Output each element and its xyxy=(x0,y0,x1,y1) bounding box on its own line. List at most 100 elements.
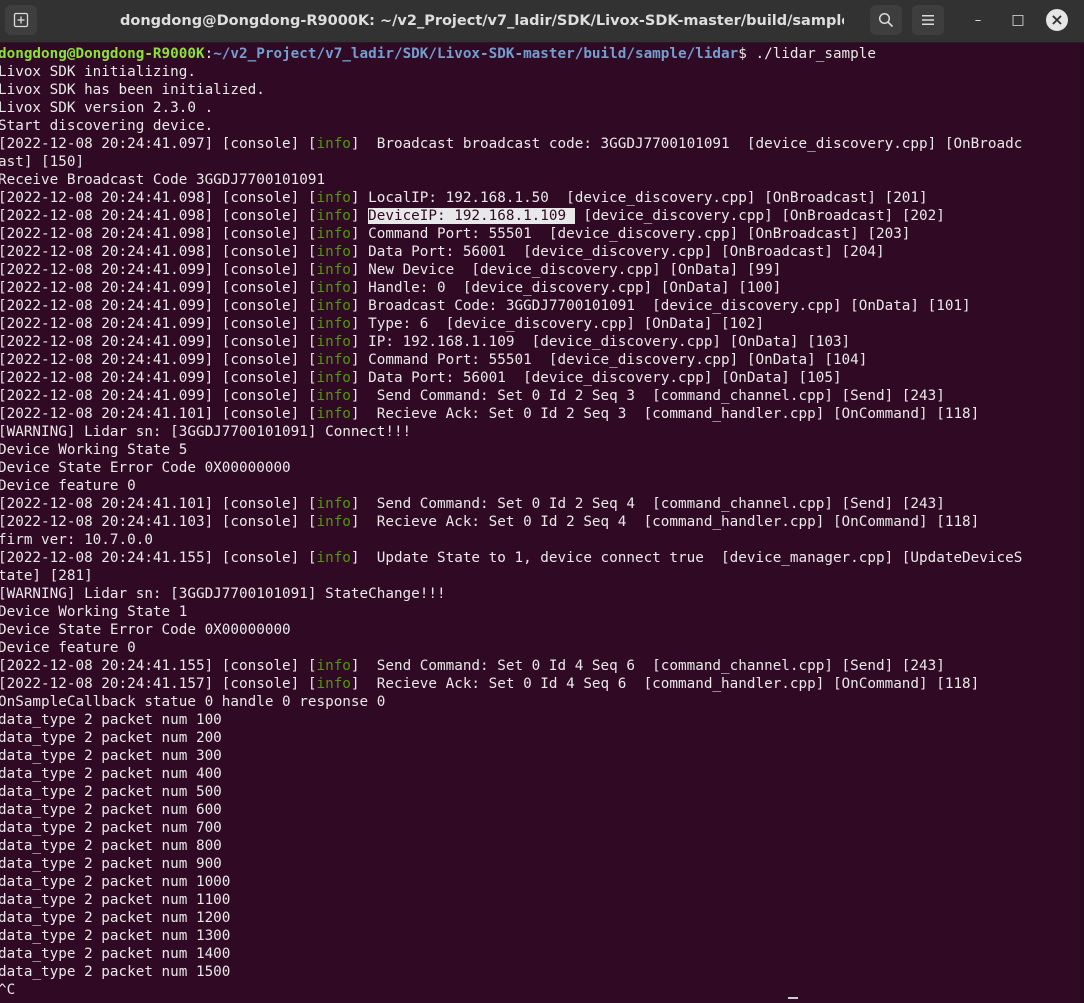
log-timestamp: [2022-12-08 20:24:41.099] xyxy=(0,352,214,368)
log-console-tag: [console] xyxy=(213,658,308,674)
log-info-tag: info xyxy=(316,352,351,368)
log-line: [2022-12-08 20:24:41.097] [console] [inf… xyxy=(0,135,1080,153)
log-line: [2022-12-08 20:24:41.103] [console] [inf… xyxy=(0,513,1080,531)
log-bracket-close: ] xyxy=(350,226,360,242)
log-timestamp: [2022-12-08 20:24:41.157] xyxy=(0,676,214,692)
log-line: data_type 2 packet num 200 xyxy=(0,729,1080,747)
log-console-tag: [console] xyxy=(213,136,308,152)
log-line: Device feature 0 xyxy=(0,639,1080,657)
log-timestamp: [2022-12-08 20:24:41.099] xyxy=(0,316,214,332)
log-bracket-close: ] xyxy=(350,334,360,350)
log-text: data_type 2 packet num 400 xyxy=(0,766,222,782)
log-message: Send Command: Set 0 Id 4 Seq 6 [command_… xyxy=(359,658,945,674)
log-line: Receive Broadcast Code 3GGDJ7700101091 xyxy=(0,171,1080,189)
log-text: data_type 2 packet num 900 xyxy=(0,856,222,872)
log-text: data_type 2 packet num 1200 xyxy=(0,910,231,926)
search-button[interactable] xyxy=(870,5,902,35)
log-console-tag: [console] xyxy=(213,352,308,368)
log-line: [WARNING] Lidar sn: [3GGDJ7700101091] St… xyxy=(0,585,1080,603)
log-bracket-close: ] xyxy=(350,316,360,332)
mouse-cursor xyxy=(788,997,798,999)
log-text: OnSampleCallback statue 0 handle 0 respo… xyxy=(0,694,386,710)
log-console-tag: [console] xyxy=(213,406,308,422)
log-space xyxy=(360,208,369,224)
log-bracket-close: ] xyxy=(350,298,360,314)
log-info-tag: info xyxy=(316,334,351,350)
log-text: Device Working State 5 xyxy=(0,442,188,458)
log-timestamp: [2022-12-08 20:24:41.101] xyxy=(0,496,214,512)
log-message: Type: 6 [device_discovery.cpp] [OnData] … xyxy=(359,316,765,332)
log-line: data_type 2 packet num 1300 xyxy=(0,927,1080,945)
log-line: firm ver: 10.7.0.0 xyxy=(0,531,1080,549)
log-bracket-close: ] xyxy=(350,136,360,152)
log-line: data_type 2 packet num 1100 xyxy=(0,891,1080,909)
log-line: [2022-12-08 20:24:41.099] [console] [inf… xyxy=(0,387,1080,405)
log-console-tag: [console] xyxy=(213,208,308,224)
log-timestamp: [2022-12-08 20:24:41.097] xyxy=(0,136,214,152)
minimize-button[interactable]: – xyxy=(966,8,990,32)
log-line: [2022-12-08 20:24:41.098] [console] [inf… xyxy=(0,225,1080,243)
log-info-tag: info xyxy=(316,676,351,692)
log-message: [device_discovery.cpp] [OnBroadcast] [20… xyxy=(574,208,945,224)
log-text: data_type 2 packet num 1400 xyxy=(0,946,231,962)
log-text: data_type 2 packet num 600 xyxy=(0,802,222,818)
log-bracket-close: ] xyxy=(350,514,360,530)
log-bracket-close: ] xyxy=(350,388,360,404)
prompt-separator: : xyxy=(204,46,214,62)
log-timestamp: [2022-12-08 20:24:41.099] xyxy=(0,262,214,278)
log-line: data_type 2 packet num 700 xyxy=(0,819,1080,837)
log-line: Device Working State 1 xyxy=(0,603,1080,621)
log-line: Device feature 0 xyxy=(0,477,1080,495)
log-line: data_type 2 packet num 1400 xyxy=(0,945,1080,963)
terminal-output[interactable]: dongdong@Dongdong-R9000K:~/v2_Project/v7… xyxy=(0,45,1080,1003)
log-line: Livox SDK version 2.3.0 . xyxy=(0,99,1080,117)
menu-button[interactable] xyxy=(912,5,944,35)
log-info-tag: info xyxy=(316,298,351,314)
log-line: [WARNING] Lidar sn: [3GGDJ7700101091] Co… xyxy=(0,423,1080,441)
log-timestamp: [2022-12-08 20:24:41.099] xyxy=(0,370,214,386)
prompt-line: dongdong@Dongdong-R9000K:~/v2_Project/v7… xyxy=(0,45,1080,63)
log-line: [2022-12-08 20:24:41.099] [console] [inf… xyxy=(0,333,1080,351)
log-text: data_type 2 packet num 200 xyxy=(0,730,222,746)
log-line: [2022-12-08 20:24:41.099] [console] [inf… xyxy=(0,315,1080,333)
log-line: data_type 2 packet num 1000 xyxy=(0,873,1080,891)
window-title: dongdong@Dongdong-R9000K: ~/v2_Project/v… xyxy=(120,13,844,29)
log-info-tag: info xyxy=(316,370,351,386)
log-timestamp: [2022-12-08 20:24:41.098] xyxy=(0,244,214,260)
prompt-user-host: dongdong@Dongdong-R9000K xyxy=(0,46,205,62)
log-line: Start discovering device. xyxy=(0,117,1080,135)
log-line: data_type 2 packet num 800 xyxy=(0,837,1080,855)
log-message: Recieve Ack: Set 0 Id 2 Seq 3 [command_h… xyxy=(359,406,980,422)
log-info-tag: info xyxy=(316,262,351,278)
log-message: Data Port: 56001 [device_discovery.cpp] … xyxy=(359,244,885,260)
log-line: OnSampleCallback statue 0 handle 0 respo… xyxy=(0,693,1080,711)
log-console-tag: [console] xyxy=(213,388,308,404)
selected-text: DeviceIP: 192.168.1.109 xyxy=(368,208,575,224)
log-line: [2022-12-08 20:24:41.155] [console] [inf… xyxy=(0,657,1080,675)
log-timestamp: [2022-12-08 20:24:41.099] xyxy=(0,280,214,296)
scrollbar[interactable] xyxy=(1080,44,1084,1003)
prompt-command: ./lidar_sample xyxy=(755,46,876,62)
log-line: data_type 2 packet num 600 xyxy=(0,801,1080,819)
hamburger-menu-icon xyxy=(922,15,934,25)
log-text: Device feature 0 xyxy=(0,640,136,656)
log-line: data_type 2 packet num 300 xyxy=(0,747,1080,765)
log-message: IP: 192.168.1.109 [device_discovery.cpp]… xyxy=(359,334,851,350)
log-bracket-close: ] xyxy=(350,550,360,566)
log-line: tate] [281] xyxy=(0,567,1080,585)
log-line: data_type 2 packet num 400 xyxy=(0,765,1080,783)
log-console-tag: [console] xyxy=(213,280,308,296)
maximize-button[interactable]: □ xyxy=(1006,8,1030,32)
close-button[interactable]: × xyxy=(1046,9,1068,31)
log-line: [2022-12-08 20:24:41.099] [console] [inf… xyxy=(0,369,1080,387)
log-console-tag: [console] xyxy=(213,262,308,278)
log-timestamp: [2022-12-08 20:24:41.099] xyxy=(0,334,214,350)
new-tab-button[interactable] xyxy=(5,5,37,35)
log-message: Recieve Ack: Set 0 Id 2 Seq 4 [command_h… xyxy=(359,514,980,530)
search-icon xyxy=(878,12,894,28)
log-text: tate] [281] xyxy=(0,568,93,584)
log-bracket-close: ] xyxy=(350,244,360,260)
log-info-tag: info xyxy=(316,136,351,152)
log-line: [2022-12-08 20:24:41.099] [console] [inf… xyxy=(0,279,1080,297)
log-bracket-close: ] xyxy=(350,208,360,224)
